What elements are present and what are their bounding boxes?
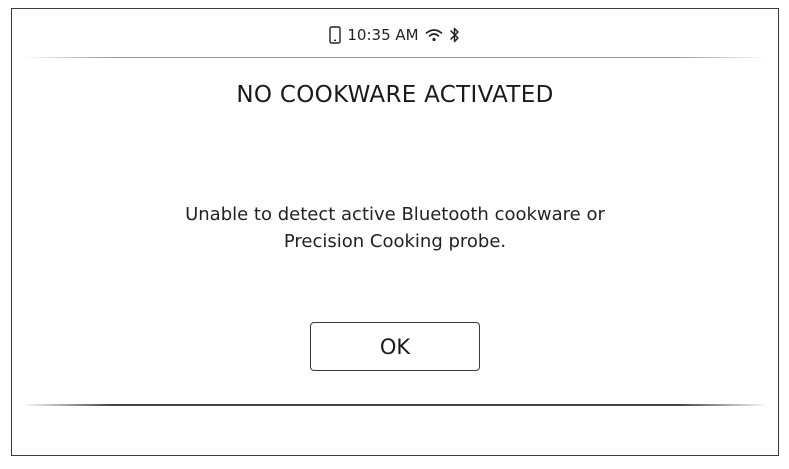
dialog-title: NO COOKWARE ACTIVATED bbox=[236, 82, 554, 108]
status-time: 10:35 AM bbox=[347, 26, 419, 44]
status-bar: 10:35 AM bbox=[12, 23, 778, 47]
phone-icon bbox=[329, 26, 342, 44]
display-screen: 10:35 AM NO COOKWARE ACTIVATED Unable to… bbox=[11, 8, 779, 456]
dialog-message-line: Unable to detect active Bluetooth cookwa… bbox=[185, 204, 605, 225]
dialog-message: Unable to detect active Bluetooth cookwa… bbox=[12, 201, 778, 255]
wifi-icon bbox=[425, 28, 443, 42]
footer-divider bbox=[22, 404, 768, 406]
ok-button[interactable]: OK bbox=[310, 322, 480, 371]
header-divider bbox=[22, 57, 768, 58]
bluetooth-icon bbox=[449, 26, 461, 44]
dialog-message-line: Precision Cooking probe. bbox=[283, 231, 507, 252]
